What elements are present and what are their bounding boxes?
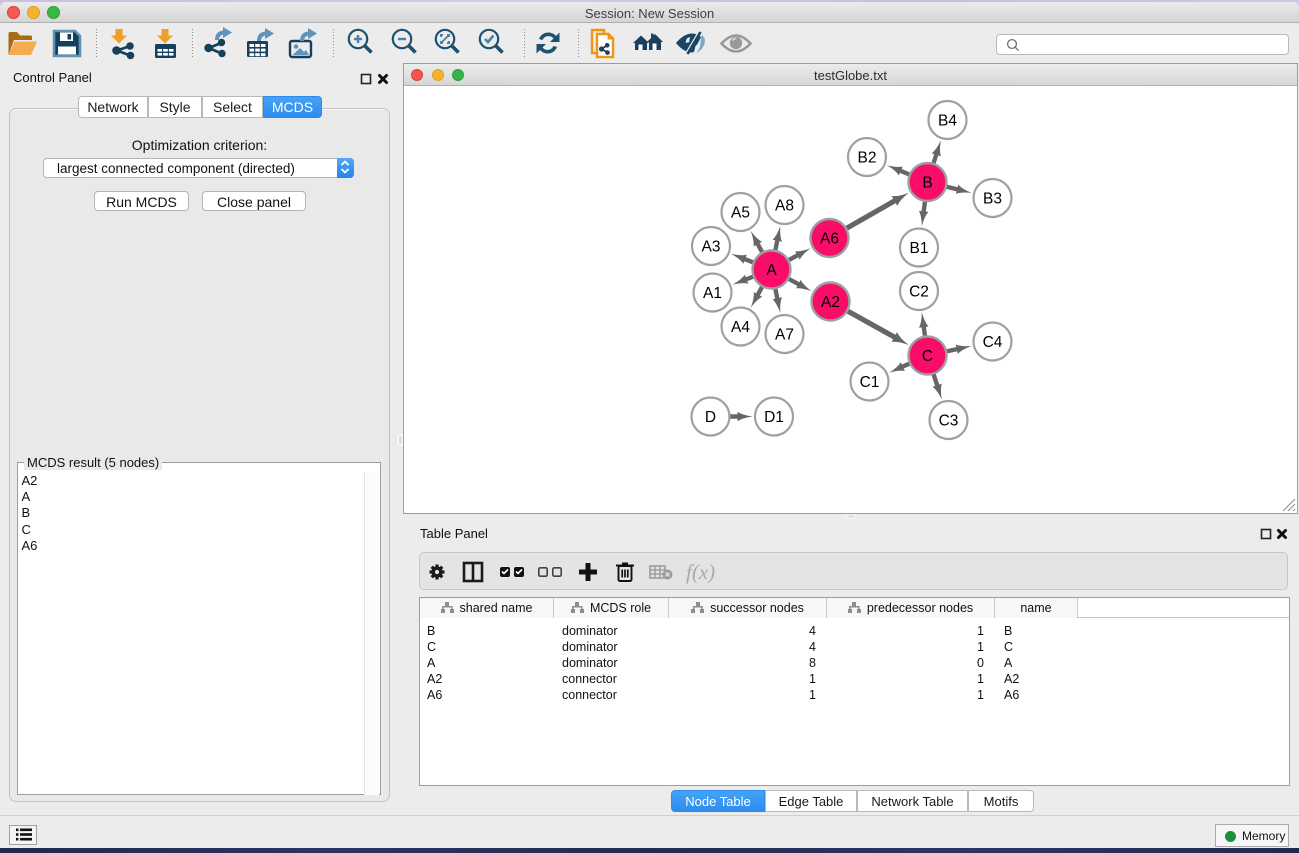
svg-text:B2: B2 [858,150,877,167]
svg-text:A5: A5 [731,205,750,222]
svg-text:B1: B1 [910,240,929,257]
svg-text:A7: A7 [775,327,794,344]
svg-text:D1: D1 [764,409,784,426]
svg-text:A6: A6 [820,231,839,248]
svg-text:D: D [705,409,716,426]
svg-text:A2: A2 [821,294,840,311]
svg-text:B3: B3 [983,191,1002,208]
svg-text:B: B [922,175,932,192]
svg-text:A4: A4 [731,319,750,336]
svg-text:A1: A1 [703,285,722,302]
svg-text:B4: B4 [938,113,957,130]
svg-text:C2: C2 [909,284,929,301]
svg-text:C3: C3 [939,413,959,430]
svg-text:C1: C1 [860,374,880,391]
svg-text:C4: C4 [983,334,1003,351]
svg-text:A3: A3 [702,239,721,256]
svg-text:A: A [766,262,777,279]
svg-text:C: C [922,348,933,365]
svg-text:A8: A8 [775,198,794,215]
